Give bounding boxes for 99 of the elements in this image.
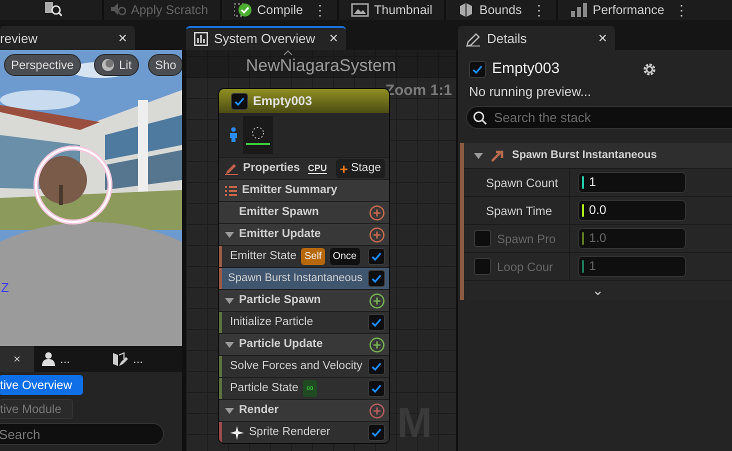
- checkbox[interactable]: [368, 380, 385, 397]
- checkbox[interactable]: [368, 314, 385, 331]
- list-icon: [225, 186, 237, 196]
- module-row[interactable]: Particle State ∞: [219, 377, 389, 399]
- check-icon: [371, 427, 382, 438]
- checkbox[interactable]: [368, 358, 385, 375]
- section-row[interactable]: Render: [219, 399, 389, 421]
- parameter-label: Spawn Count: [486, 174, 558, 192]
- settings-icon[interactable]: [640, 60, 658, 78]
- add-icon[interactable]: [369, 204, 385, 220]
- add-stage-button[interactable]: + Stage: [336, 158, 385, 178]
- module-row[interactable]: Emitter State Self Once: [219, 245, 389, 267]
- collapse-arrow-icon[interactable]: [225, 408, 234, 414]
- more-options-icon[interactable]: ⋮: [670, 0, 692, 20]
- add-icon[interactable]: [369, 226, 385, 242]
- section-row[interactable]: Particle Update: [219, 333, 389, 355]
- tag: Once: [330, 248, 360, 265]
- more-options-icon[interactable]: ⋮: [308, 0, 331, 20]
- shield-icon: [458, 2, 474, 18]
- check-icon: [472, 64, 483, 75]
- axis-label: Z: [1, 279, 9, 297]
- module-row[interactable]: Solve Forces and Velocity: [219, 355, 389, 377]
- module-header[interactable]: Spawn Burst Instantaneous: [464, 143, 732, 168]
- check-icon: [371, 317, 382, 328]
- tag: ∞: [303, 380, 317, 397]
- status-text: No running preview...: [469, 82, 592, 101]
- person-icon: [42, 352, 55, 366]
- compile-check-icon: [234, 2, 252, 18]
- emitter-name: Empty003: [492, 59, 560, 79]
- checkbox[interactable]: [368, 270, 385, 287]
- expand-chevron[interactable]: ⌄: [592, 280, 604, 301]
- panel-tab[interactable]: review ×: [0, 26, 135, 50]
- pencil-icon: [225, 162, 238, 175]
- node-title: Empty003: [253, 92, 312, 110]
- checkbox[interactable]: [368, 248, 385, 265]
- parameter-label: Loop Cour: [497, 258, 554, 276]
- add-icon[interactable]: [369, 402, 385, 418]
- check-icon: [371, 251, 382, 262]
- panel-tab[interactable]: Details ×: [458, 26, 615, 50]
- parameter-label: Spawn Pro: [497, 230, 556, 248]
- viewport-button[interactable]: Sho: [148, 54, 182, 76]
- close-button[interactable]: ×: [13, 350, 20, 368]
- close-button[interactable]: ×: [118, 28, 127, 50]
- checkbox[interactable]: [474, 230, 491, 247]
- checkbox[interactable]: [469, 60, 486, 78]
- panel-tab[interactable]: ...: [104, 346, 182, 372]
- check-icon: [371, 273, 382, 284]
- add-icon[interactable]: [369, 336, 385, 352]
- check-icon: [371, 383, 382, 394]
- panel-tab[interactable]: ×: [0, 346, 34, 372]
- collapse-arrow-icon[interactable]: [225, 232, 234, 238]
- checkbox[interactable]: [231, 92, 248, 110]
- sim-target-label: CPU: [308, 164, 327, 174]
- graph-title: NewNiagaraSystem: [246, 55, 396, 78]
- panel-tab[interactable]: ...: [34, 346, 104, 372]
- toolbar-button[interactable]: Performance: [564, 0, 670, 20]
- apply-scratch-icon: [110, 3, 126, 17]
- chevron-up-icon[interactable]: [283, 50, 293, 56]
- pencil-icon: [466, 32, 481, 46]
- arrow-icon: [491, 149, 504, 162]
- parameter-label: Spawn Time: [486, 202, 552, 220]
- section-row[interactable]: Particle Spawn: [219, 289, 389, 311]
- checkbox[interactable]: [474, 258, 491, 275]
- check-icon: [371, 361, 382, 372]
- browse-icon[interactable]: [44, 2, 62, 18]
- module-row[interactable]: Initialize Particle: [219, 311, 389, 333]
- lighting-icon: [101, 58, 115, 72]
- checkbox[interactable]: [368, 424, 385, 441]
- toolbar-button[interactable]: Compile: [228, 0, 309, 20]
- collapse-arrow-icon[interactable]: [474, 152, 483, 158]
- close-button[interactable]: ×: [598, 28, 607, 50]
- value-field[interactable]: 0.0: [578, 200, 686, 221]
- book-pencil-icon: [112, 352, 128, 366]
- module-row[interactable]: Sprite Renderer: [219, 421, 389, 443]
- emitter-thumbnail[interactable]: [243, 116, 273, 154]
- section-row[interactable]: Emitter Spawn: [219, 201, 389, 223]
- sparkle-icon: [230, 426, 244, 440]
- tag: Self: [301, 248, 325, 265]
- more-options-icon[interactable]: ⋮: [528, 0, 550, 20]
- module-row[interactable]: Spawn Burst Instantaneous: [219, 267, 389, 289]
- add-icon[interactable]: [369, 292, 385, 308]
- collapse-arrow-icon[interactable]: [225, 342, 234, 348]
- check-icon: [234, 96, 245, 106]
- picture-frame-icon: [350, 3, 369, 17]
- toolbar-button[interactable]: Thumbnail: [344, 0, 438, 20]
- bar-chart-icon: [570, 3, 588, 17]
- section-row[interactable]: Emitter Update: [219, 223, 389, 245]
- search-field[interactable]: Search the stack: [466, 106, 732, 129]
- toolbar-button[interactable]: Bounds: [452, 0, 528, 20]
- bar-chart-icon: [194, 32, 208, 46]
- properties-label[interactable]: Properties: [243, 160, 300, 178]
- person-icon: [229, 127, 238, 143]
- collapse-arrow-icon[interactable]: [225, 298, 234, 304]
- value-field[interactable]: 1: [578, 172, 686, 193]
- panel-tab[interactable]: System Overview ×: [186, 26, 346, 50]
- viewport-button[interactable]: Perspective: [4, 54, 81, 76]
- viewport-button[interactable]: Lit: [94, 54, 139, 76]
- close-button[interactable]: ×: [329, 28, 338, 50]
- toggle-button[interactable]: tive Overview: [0, 375, 83, 395]
